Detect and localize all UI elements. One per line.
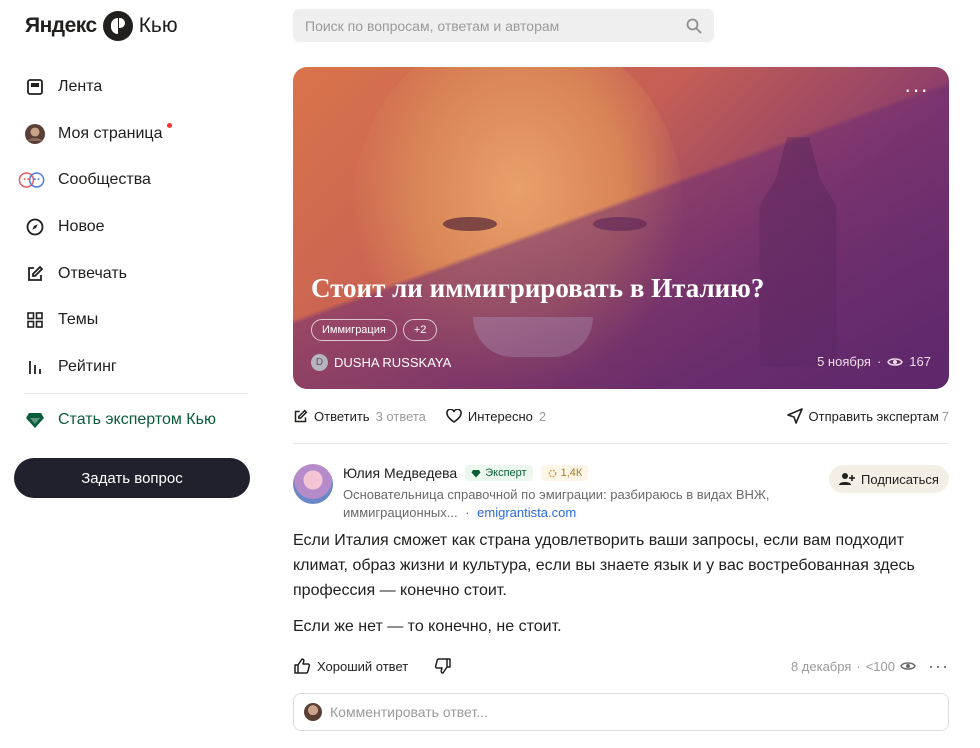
logo-yandex-text: Яндекс [25, 14, 97, 37]
more-options-icon[interactable]: ··· [904, 79, 929, 101]
meta-separator: · [856, 658, 861, 674]
answer-views: <100 [865, 658, 896, 674]
answer-author-avatar[interactable] [293, 464, 333, 504]
eye-icon [887, 357, 904, 366]
user-avatar-icon [304, 703, 322, 721]
sidebar-item-rating[interactable]: Рейтинг [24, 344, 248, 391]
author-name: DUSHA RUSSKAYA [334, 355, 452, 370]
ask-question-button[interactable]: Задать вопрос [14, 458, 250, 498]
author-avatar: D [311, 354, 328, 371]
comment-input[interactable] [330, 704, 938, 720]
answer-footer: Хороший ответ 8 декабря · <100 ··· [293, 654, 949, 678]
heart-icon [446, 409, 462, 423]
tag-immigration[interactable]: Иммиграция [311, 319, 397, 341]
sidebar-item-topics[interactable]: Темы [24, 297, 248, 344]
dislike-button[interactable] [434, 657, 452, 675]
diamond-icon [471, 469, 481, 477]
eye-icon [900, 662, 916, 670]
sidebar-item-label: Сообщества [58, 171, 151, 189]
question-date: 5 ноября [817, 354, 871, 369]
question-views: 167 [909, 354, 931, 369]
logo-kyu-text: Кью [138, 14, 178, 37]
subscribe-button[interactable]: Подписаться [829, 465, 949, 493]
answer-author-header: Юлия Медведева Эксперт 1,4К [343, 465, 589, 481]
become-expert-link[interactable]: Стать экспертом Кью [24, 398, 216, 442]
compass-icon [24, 216, 46, 238]
sidebar-item-feed[interactable]: Лента [24, 64, 248, 111]
send-count: 7 [941, 408, 949, 424]
question-hero-card[interactable]: ··· Стоит ли иммигрировать в Италию? Имм… [293, 67, 949, 389]
search-input[interactable] [305, 17, 686, 34]
answer-action-label: Ответить [314, 408, 370, 424]
notification-dot [167, 122, 172, 128]
sidebar-item-label: Лента [58, 78, 103, 96]
send-icon [786, 408, 803, 424]
sidebar-item-communities[interactable]: Сообщества [18, 157, 248, 204]
interesting-label: Интересно [467, 408, 533, 424]
answer-count: 3 ответа [375, 408, 426, 424]
send-to-experts-action[interactable]: Отправить экспертам 7 [786, 408, 949, 424]
answer-paragraph: Если Италия сможет как страна удовлетвор… [293, 532, 915, 599]
thumbs-up-icon [294, 658, 311, 674]
thumbs-down-icon [435, 658, 451, 674]
diamond-icon [24, 409, 46, 431]
answer-body: Если Италия сможет как страна удовлетвор… [293, 528, 949, 639]
answer-author-bio: Основательница справочной по эмиграции: … [343, 486, 783, 522]
good-answer-button[interactable]: Хороший ответ [293, 657, 408, 675]
sidebar-item-new[interactable]: Новое [24, 204, 248, 251]
feed-icon [24, 76, 46, 98]
sidebar-item-label: Новое [58, 218, 105, 236]
search-bar[interactable] [293, 9, 714, 42]
sidebar-item-my-page[interactable]: Моя страница [24, 111, 248, 158]
expert-badge: Эксперт [465, 465, 533, 481]
sidebar-item-label: Отвечать [58, 264, 128, 282]
comment-box[interactable] [293, 693, 949, 731]
question-tags: Иммиграция +2 [311, 319, 438, 341]
edit-icon [294, 409, 308, 422]
logo[interactable]: Яндекс Кью [25, 10, 178, 42]
question-author[interactable]: D DUSHA RUSSKAYA [311, 354, 451, 371]
sidebar-divider [24, 393, 248, 394]
interesting-action[interactable]: Интересно 2 [446, 409, 546, 424]
grid-icon [24, 309, 46, 331]
bio-separator: · [465, 505, 470, 520]
rating-bars-icon [24, 356, 46, 378]
good-answer-label: Хороший ответ [317, 658, 409, 674]
question-actions: Ответить 3 ответа Интересно 2 Отправить … [293, 403, 949, 429]
answer-date: 8 декабря [790, 658, 852, 674]
sidebar-item-label: Темы [58, 311, 99, 329]
logo-q-icon [102, 11, 133, 41]
answer-action[interactable]: Ответить 3 ответа [293, 409, 426, 424]
sidebar-item-label: Рейтинг [58, 357, 117, 375]
become-expert-label: Стать экспертом Кью [58, 411, 216, 428]
communities-icon [18, 169, 46, 191]
answer-paragraph: Если же нет — то конечно, не стоит. [293, 618, 562, 635]
answer-author-name[interactable]: Юлия Медведева [343, 465, 457, 481]
score-badge: 1,4К [540, 465, 589, 481]
divider [293, 443, 949, 444]
sidebar-nav: Лента Моя страница Сообщества Новое Отве… [18, 64, 248, 391]
edit-icon [24, 263, 46, 285]
more-options-icon[interactable]: ··· [928, 656, 949, 677]
add-user-icon [839, 473, 856, 485]
answer-meta: 8 декабря · <100 [791, 659, 916, 674]
author-website-link[interactable]: emigrantista.com [477, 505, 576, 520]
question-title[interactable]: Стоит ли иммигрировать в Италию? [311, 273, 764, 304]
search-icon[interactable] [686, 18, 702, 34]
meta-separator: · [876, 354, 882, 369]
question-meta: 5 ноября · 167 [817, 354, 931, 369]
subscribe-label: Подписаться [861, 471, 939, 487]
sidebar-item-label: Моя страница [58, 124, 163, 142]
sun-icon [548, 469, 556, 477]
interesting-count: 2 [538, 408, 547, 424]
send-label: Отправить экспертам [808, 408, 939, 424]
expert-badge-label: Эксперт [485, 467, 527, 479]
user-avatar-icon [24, 123, 46, 145]
sidebar-item-answer[interactable]: Отвечать [24, 250, 248, 297]
score-value: 1,4К [560, 467, 583, 479]
tag-more[interactable]: +2 [402, 319, 438, 341]
